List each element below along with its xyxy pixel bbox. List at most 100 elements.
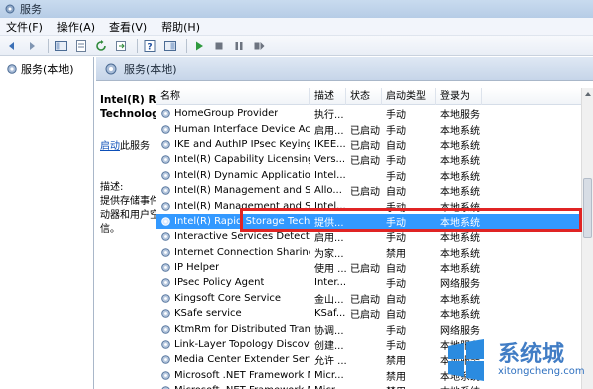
service-name-cell: Kingsoft Core Service [156, 293, 310, 304]
table-row[interactable]: Human Interface Device Access 启用... 已启动手动 本… [156, 121, 581, 137]
service-startup-type-cell: 禁用 [382, 383, 436, 389]
start-service-icon[interactable] [191, 38, 207, 54]
service-startup-type-cell: 自动 [386, 294, 406, 306]
service-startup-type-cell: 手动 [386, 110, 406, 122]
scrollbar-thumb[interactable] [583, 178, 592, 238]
gear-icon [161, 309, 170, 319]
forward-arrow-icon[interactable] [24, 38, 40, 54]
back-arrow-icon[interactable] [4, 38, 20, 54]
gear-icon [161, 324, 170, 334]
service-name-cell: Internet Connection Sharing (I... [156, 247, 310, 258]
gear-icon [161, 278, 170, 288]
table-row[interactable]: Kingsoft Core Service 金山... 已启动 自动 本地系统 [156, 291, 581, 306]
service-logon-cell: 网络服务 [440, 279, 480, 291]
column-header-startup-type[interactable]: 启动类型 [382, 88, 436, 105]
service-name: Microsoft .NET Framework N... [174, 385, 310, 389]
service-startup-type-cell: 自动 [386, 264, 406, 276]
table-row[interactable]: HomeGroup Provider 执行... 手动 本地服务 [156, 106, 581, 121]
service-description-cell: Intel... [314, 169, 346, 181]
service-name: HomeGroup Provider [174, 108, 279, 120]
scroll-up-arrow-icon[interactable] [584, 90, 592, 98]
service-description-cell: Inter... [314, 277, 346, 289]
service-name: Intel(R) Dynamic Application L... [174, 169, 310, 181]
service-startup-type-cell: 禁用 [386, 371, 406, 383]
start-service-link[interactable]: 启动 [100, 141, 120, 152]
table-row[interactable]: Intel(R) Management and Sec... Allo... 已启动… [156, 183, 581, 198]
refresh-icon[interactable] [93, 38, 109, 54]
stop-service-icon[interactable] [211, 38, 227, 54]
help-icon[interactable]: ? [142, 38, 158, 54]
gear-icon [161, 186, 170, 195]
menu-file[interactable]: 文件(F) [6, 19, 43, 35]
table-row[interactable]: IPsec Policy Agent Inter... 手动 网络服务 [156, 275, 581, 290]
column-header-status[interactable]: 状态 [346, 88, 382, 105]
table-row[interactable]: KSafe service KSaf... 已启动 自动 本地系统 [156, 306, 581, 321]
restart-service-icon[interactable] [251, 38, 267, 54]
service-name-cell: Intel(R) Dynamic Application L... [156, 170, 310, 181]
tree-item-label: 服务(本地) [21, 63, 74, 76]
service-name: Intel(R) Capability Licensing Se... [174, 154, 310, 166]
service-name-cell: Human Interface Device Access [156, 124, 310, 135]
table-row[interactable]: Intel(R) Dynamic Application L... Intel..… [156, 168, 581, 183]
column-header-description[interactable]: 描述 [310, 88, 346, 105]
properties-icon[interactable] [73, 38, 89, 54]
service-name-cell: KtmRm for Distributed Transa... [156, 324, 310, 335]
service-name: Media Center Extender Service [174, 354, 310, 366]
menu-view[interactable]: 查看(V) [109, 19, 147, 35]
service-name: Interactive Services Detection [174, 231, 310, 243]
table-row[interactable]: IKE and AuthIP IPsec Keying ... IKEE... 已启… [156, 137, 581, 152]
mmc-view-icon[interactable] [162, 38, 178, 54]
service-startup-type-cell: 手动 [386, 341, 406, 353]
service-status-cell: 已启动 [350, 310, 380, 322]
service-description-cell: KSaf... [314, 308, 346, 320]
console-tree-icon[interactable] [53, 38, 69, 54]
gear-icon [161, 155, 170, 165]
gear-icon [161, 371, 170, 380]
service-name: Microsoft .NET Framework N... [174, 369, 310, 381]
service-name: Human Interface Device Access [174, 123, 310, 135]
details-header-title: 服务(本地) [124, 62, 177, 76]
service-name: IKE and AuthIP IPsec Keying ... [174, 138, 310, 150]
service-name: IPsec Policy Agent [174, 277, 265, 289]
service-name-cell: IKE and AuthIP IPsec Keying ... [156, 139, 310, 150]
service-startup-type-cell: 手动 [386, 156, 406, 168]
pause-service-icon[interactable] [231, 38, 247, 54]
service-name: KtmRm for Distributed Transa... [174, 323, 310, 335]
export-list-icon[interactable] [113, 38, 129, 54]
toolbar-separator [186, 38, 187, 53]
service-startup-type-cell: 手动 [386, 171, 406, 183]
tree-item-services-local[interactable]: 服务(本地) [6, 61, 74, 77]
list-header: 名称 描述 状态 启动类型 登录为 [156, 88, 593, 105]
gear-icon [161, 355, 170, 365]
service-logon-cell: 本地系统 [440, 187, 480, 199]
menu-bar: 文件(F) 操作(A) 查看(V) 帮助(H) [0, 18, 593, 36]
service-name-cell: KSafe service [156, 308, 310, 319]
menu-help[interactable]: 帮助(H) [161, 19, 200, 35]
gear-icon [7, 64, 17, 74]
service-status-cell: 已启动 [350, 187, 380, 199]
service-name: Link-Layer Topology Discover... [174, 339, 310, 351]
gear-icon [161, 232, 170, 242]
menu-action[interactable]: 操作(A) [57, 19, 95, 35]
service-description-cell: IKEE... [314, 138, 346, 150]
gear-icon [161, 140, 170, 149]
service-logon-cell: 本地系统 [440, 125, 480, 137]
gear-icon [161, 294, 170, 303]
column-header-logon-as[interactable]: 登录为 [436, 88, 482, 105]
service-startup-type-cell: 自动 [386, 310, 406, 322]
table-row[interactable]: Intel(R) Capability Licensing Se... Vers.… [156, 152, 581, 167]
service-logon-cell: 本地系统 [440, 264, 480, 276]
service-name: Intel(R) Management and Sec... [174, 185, 310, 197]
service-status-cell: 已启动 [350, 156, 380, 168]
service-description-cell: Allo... [314, 185, 342, 197]
gear-icon [161, 247, 170, 257]
service-description-cell: 允许 ... [314, 356, 346, 368]
service-name-cell: Microsoft .NET Framework N... [156, 370, 310, 381]
service-name: Kingsoft Core Service [174, 292, 282, 304]
column-header-name[interactable]: 名称 [156, 88, 310, 105]
service-name-cell: IP Helper [156, 262, 310, 273]
service-startup-type-cell: 禁用 [386, 356, 406, 368]
table-row[interactable]: IP Helper 使用 ... 已启动 自动 本地系统 [156, 260, 581, 275]
table-row[interactable]: Internet Connection Sharing (I... 为家... 禁用… [156, 245, 581, 260]
gear-icon [161, 124, 170, 134]
